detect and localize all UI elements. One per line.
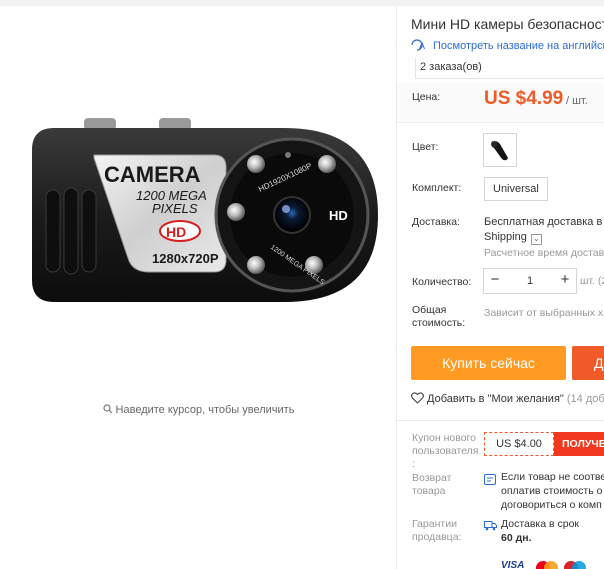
returns-label: Возврат товара <box>412 472 451 498</box>
guarantee-label-line2: продавца: <box>412 531 462 543</box>
add-to-cart-button[interactable]: Д <box>572 346 604 380</box>
buy-now-button[interactable]: Купить сейчас <box>411 346 566 380</box>
shipping-method-dropdown[interactable]: Shipping ⌄ <box>484 230 542 245</box>
returns-text: Если товар не соотве оплатив стоимость о д… <box>501 470 604 512</box>
price-label: Цена: <box>412 91 441 103</box>
guarantee-days: 60 дн. <box>501 532 532 544</box>
wishlist-text: Добавить в "Мои желания" <box>427 393 564 405</box>
visa-icon: VISA <box>501 560 525 569</box>
translate-icon: A <box>410 39 428 54</box>
shipping-method-text: Shipping <box>484 231 527 243</box>
delivery-truck-icon <box>484 518 497 536</box>
coupon-label-line2: пользователя <box>412 445 479 457</box>
add-to-wishlist-link[interactable]: Добавить в "Мои желания" (14 доба <box>411 392 604 407</box>
product-image[interactable]: CAMERA 1200 MEGA PIXELS HD 1280x720P HD1… <box>24 100 394 320</box>
wishlist-count: (14 доба <box>566 393 604 405</box>
total-value: Зависит от выбранных х <box>484 307 604 319</box>
image-hd-badge: HD <box>166 224 186 240</box>
price-value: US $4.99 <box>484 88 564 109</box>
total-label-line2: стоимость: <box>412 317 466 329</box>
set-label: Комплект: <box>412 182 462 194</box>
translate-title-link[interactable]: A Посмотреть название на английском <box>410 39 604 54</box>
zoom-hint-text: Наведите курсор, чтобы увеличить <box>115 404 295 416</box>
mastercard-icon <box>535 560 559 569</box>
set-option-universal[interactable]: Universal <box>484 177 548 201</box>
returns-label-line1: Возврат <box>412 472 452 484</box>
price-unit: / шт. <box>566 95 588 107</box>
product-info-panel: Мини HD камеры безопасности A Посмотреть… <box>397 0 604 569</box>
quantity-input[interactable]: 1 <box>506 269 554 293</box>
shipping-time: Расчетное время доставки <box>484 247 604 259</box>
coupon-label-line3: : <box>412 458 415 470</box>
color-label: Цвет: <box>412 141 439 153</box>
quantity-decrease-button[interactable]: − <box>484 269 506 293</box>
svg-text:A: A <box>419 41 425 51</box>
translate-link-text: Посмотреть название на английском <box>433 40 604 52</box>
zoom-hint: Наведите курсор, чтобы увеличить <box>0 404 397 417</box>
color-option-black[interactable] <box>483 133 517 167</box>
quantity-unit: шт. (2 <box>580 275 604 287</box>
get-coupon-button[interactable]: ПОЛУЧЕ <box>554 432 604 456</box>
guarantee-label-line1: Гарантии <box>412 518 457 530</box>
coupon-value: US $4.00 <box>484 432 554 456</box>
image-pixels-text: PIXELS <box>152 201 198 216</box>
shipping-label: Доставка: <box>412 216 461 228</box>
quantity-increase-button[interactable]: + <box>554 269 576 293</box>
heart-icon <box>411 392 424 407</box>
guarantee-text: Доставка в срок <box>501 518 580 530</box>
product-title: Мини HD камеры безопасности <box>411 16 604 32</box>
guarantee-label: Гарантии продавца: <box>412 518 461 544</box>
shipping-main: Бесплатная доставка в <box>484 216 603 228</box>
total-label: Общая стоимость: <box>412 304 465 330</box>
quantity-label: Количество: <box>412 276 472 288</box>
orders-count: 2 заказа(ов) <box>415 58 604 79</box>
payment-card-icon <box>563 560 587 569</box>
coupon-label-line1: Купон нового <box>412 432 476 444</box>
price-divider <box>397 122 604 123</box>
returns-text-line1: Если товар не соотве <box>501 471 604 483</box>
returns-text-line2: оплатив стоимость о <box>501 485 603 497</box>
image-resolution-text: 1280x720P <box>152 251 219 266</box>
magnifier-icon <box>102 404 113 417</box>
quantity-stepper: − 1 + <box>483 268 577 294</box>
returns-label-line2: товара <box>412 485 446 497</box>
coupon-label: Купон нового пользователя: <box>412 432 479 471</box>
actions-divider <box>397 420 604 421</box>
return-policy-icon <box>484 472 496 490</box>
total-label-line1: Общая <box>412 304 447 316</box>
image-lens-hd: HD <box>329 208 348 223</box>
returns-text-line3: договориться о комп <box>501 499 602 511</box>
image-brand-text: CAMERA <box>104 162 201 187</box>
chevron-down-icon: ⌄ <box>530 234 542 245</box>
